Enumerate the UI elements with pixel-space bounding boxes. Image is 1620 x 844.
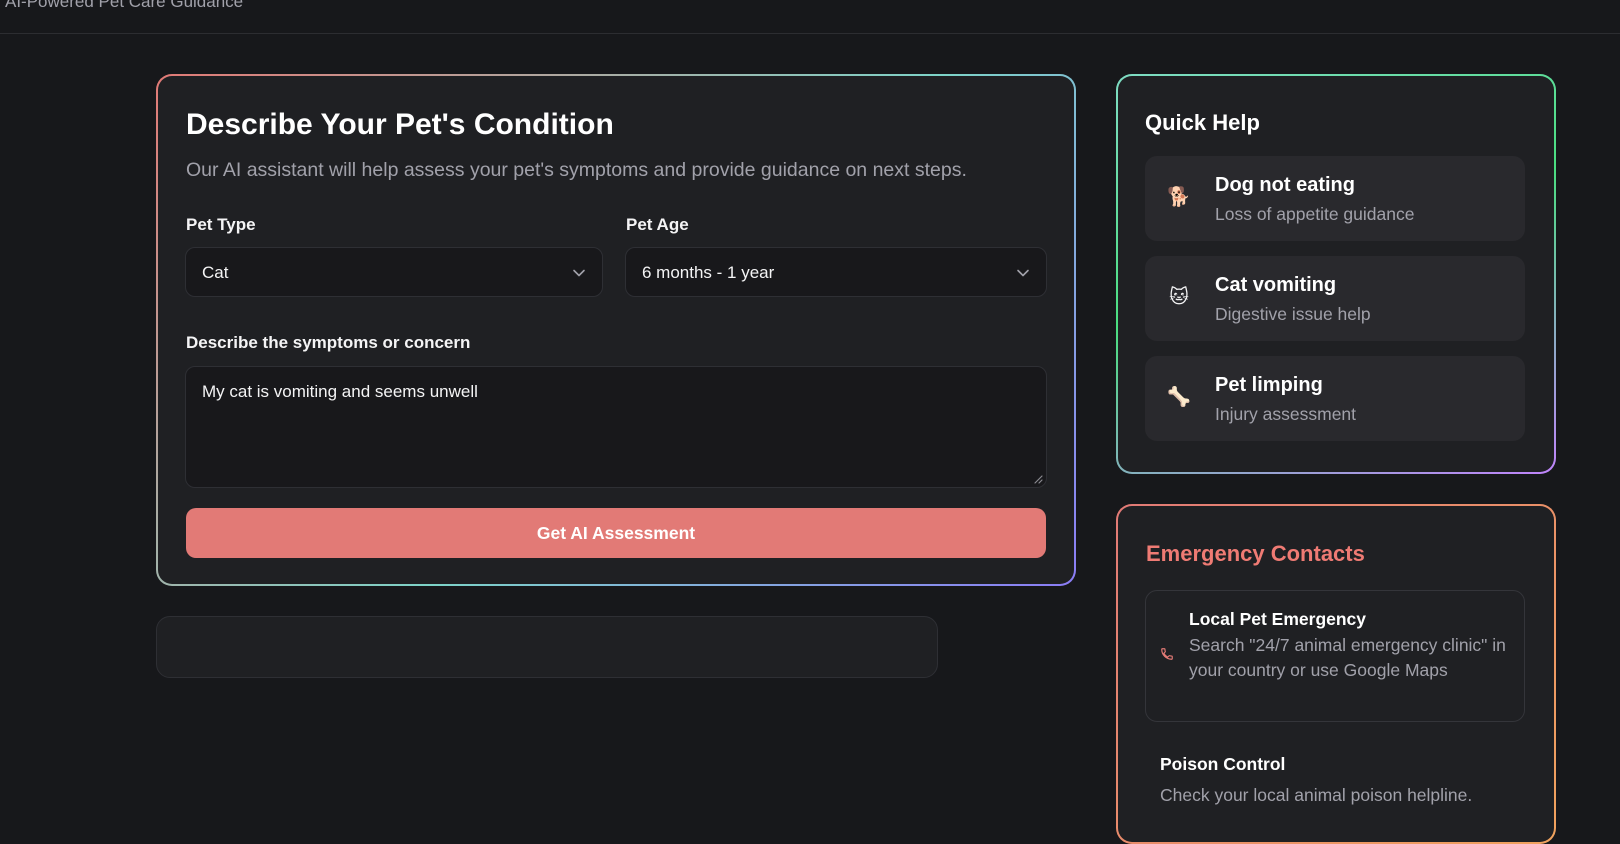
- quick-help-item-label: Dog not eating: [1215, 174, 1355, 196]
- chevron-down-icon: [1017, 269, 1029, 277]
- contact-description: Search "24/7 animal emergency clinic" in…: [1189, 635, 1506, 680]
- quick-help-item-pet-limping[interactable]: 🦴 Pet limping Injury assessment: [1145, 356, 1525, 441]
- emergency-title: Emergency Contacts: [1146, 541, 1365, 566]
- pet-age-label: Pet Age: [626, 215, 689, 234]
- symptoms-textarea[interactable]: My cat is vomiting and seems unwell: [185, 366, 1047, 488]
- dog-emoji-icon: 🐕: [1167, 187, 1191, 208]
- quick-help-item-sub: Loss of appetite guidance: [1215, 204, 1415, 224]
- phone-icon: [1161, 648, 1173, 660]
- assessment-result-panel: [156, 616, 938, 678]
- quick-help-item-label: Pet limping: [1215, 374, 1323, 396]
- quick-help-item-sub: Injury assessment: [1215, 404, 1357, 424]
- quick-help-item-sub: Digestive issue help: [1215, 304, 1371, 324]
- pet-type-select[interactable]: Cat: [185, 247, 603, 297]
- top-header: AI-Powered Pet Care Guidance: [0, 0, 1620, 34]
- quick-help-item-dog-not-eating[interactable]: 🐕 Dog not eating Loss of appetite guidan…: [1145, 156, 1525, 241]
- pet-age-select[interactable]: 6 months - 1 year: [625, 247, 1047, 297]
- form-title: Describe Your Pet's Condition: [186, 108, 614, 141]
- resize-grip-icon[interactable]: [1033, 474, 1043, 484]
- contact-label: Poison Control: [1160, 754, 1286, 774]
- contact-local-pet-emergency[interactable]: Local Pet Emergency Search "24/7 animal …: [1145, 590, 1525, 722]
- condition-form-card: Describe Your Pet's Condition Our AI ass…: [156, 74, 1076, 586]
- form-subtitle: Our AI assistant will help assess your p…: [186, 159, 967, 181]
- quick-help-card: Quick Help 🐕 Dog not eating Loss of appe…: [1116, 74, 1556, 474]
- cat-emoji-icon: 🐱: [1169, 287, 1189, 308]
- quick-help-item-label: Cat vomiting: [1215, 274, 1337, 296]
- contact-label: Local Pet Emergency: [1189, 609, 1367, 629]
- header-tagline: AI-Powered Pet Care Guidance: [5, 0, 244, 11]
- emergency-contacts-card: Emergency Contacts Local Pet Emergency S…: [1116, 504, 1556, 844]
- bone-icon: 🦴: [1167, 387, 1191, 408]
- chevron-down-icon: [573, 269, 585, 277]
- symptoms-value: My cat is vomiting and seems unwell: [202, 382, 478, 401]
- pet-type-value: Cat: [202, 263, 229, 282]
- pet-age-value: 6 months - 1 year: [642, 263, 775, 282]
- contact-description: Check your local animal poison helpline.: [1160, 785, 1473, 805]
- symptoms-label: Describe the symptoms or concern: [186, 333, 471, 352]
- pet-type-label: Pet Type: [186, 215, 256, 234]
- get-assessment-button[interactable]: Get AI Assessment: [186, 508, 1046, 558]
- quick-help-title: Quick Help: [1145, 110, 1260, 135]
- quick-help-item-cat-vomiting[interactable]: 🐱 Cat vomiting Digestive issue help: [1145, 256, 1525, 341]
